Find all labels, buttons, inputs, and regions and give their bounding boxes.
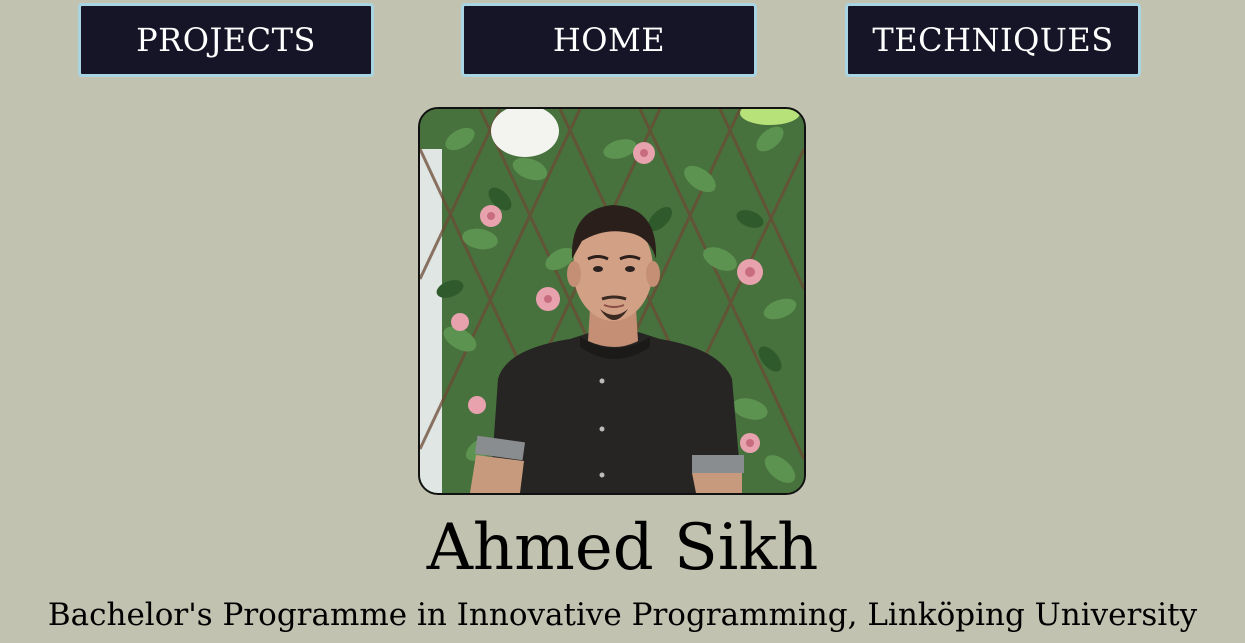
home-button[interactable]: HOME: [461, 3, 757, 77]
profile-photo: [418, 107, 806, 495]
projects-button[interactable]: PROJECTS: [78, 3, 374, 77]
techniques-button[interactable]: TECHNIQUES: [845, 3, 1141, 77]
top-navigation: PROJECTS HOME TECHNIQUES: [0, 3, 1245, 83]
program-subtitle: Bachelor's Programme in Innovative Progr…: [47, 597, 1198, 633]
person-name: Ahmed Sikh: [426, 511, 819, 585]
